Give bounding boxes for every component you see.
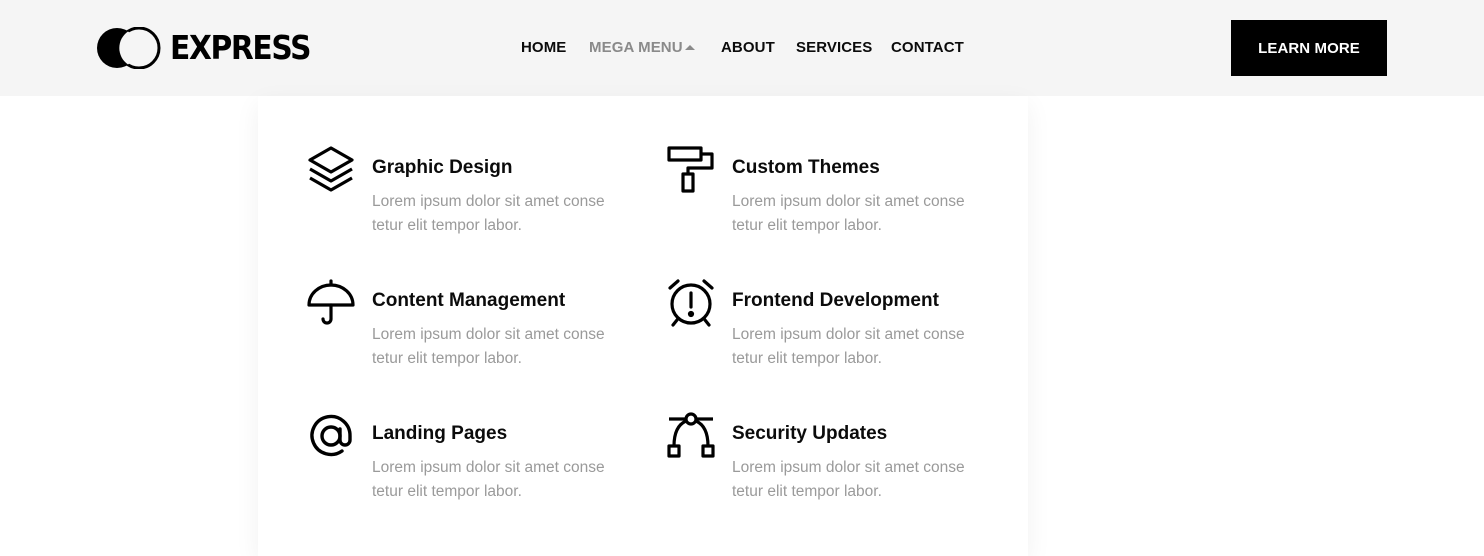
mega-menu-panel: Graphic Design Lorem ipsum dolor sit ame… [258,96,1028,556]
mega-item-desc: Lorem ipsum dolor sit amet conse tetur e… [372,326,605,367]
at-sign-icon [310,414,352,457]
mega-item-graphic-design[interactable]: Graphic Design Lorem ipsum dolor sit ame… [307,146,627,256]
nav-item-mega-menu[interactable]: MEGA MENU [589,38,683,58]
umbrella-icon [307,279,355,325]
mega-item-custom-themes[interactable]: Custom Themes Lorem ipsum dolor sit amet… [667,146,987,256]
nav-item-services[interactable]: SERVICES [796,38,872,58]
mega-item-desc: Lorem ipsum dolor sit amet conse tetur e… [732,459,965,500]
mega-item-desc: Lorem ipsum dolor sit amet conse tetur e… [372,459,605,500]
layers-icon [308,146,354,192]
nav-item-home[interactable]: HOME [521,38,566,58]
caret-up-icon[interactable] [685,45,695,50]
mega-item-desc: Lorem ipsum dolor sit amet conse tetur e… [732,193,965,234]
mega-item-landing-pages[interactable]: Landing Pages Lorem ipsum dolor sit amet… [307,412,627,522]
mega-item-title: Custom Themes [732,157,880,178]
mega-item-title: Graphic Design [372,157,513,178]
mega-item-frontend-development[interactable]: Frontend Development Lorem ipsum dolor s… [667,279,987,389]
mega-item-title: Security Updates [732,423,888,444]
brand-name: EXPRESS [170,28,311,67]
nav-item-about[interactable]: ABOUT [721,38,775,58]
mega-item-security-updates[interactable]: Security Updates Lorem ipsum dolor sit a… [667,412,987,522]
mega-item-desc: Lorem ipsum dolor sit amet conse tetur e… [372,193,605,234]
paint-roller-icon [667,146,714,193]
brand-logo[interactable]: EXPRESS [96,27,326,69]
mega-item-content-management[interactable]: Content Management Lorem ipsum dolor sit… [307,279,627,389]
mega-item-desc: Lorem ipsum dolor sit amet conse tetur e… [732,326,965,367]
learn-more-button[interactable]: LEARN MORE [1231,20,1387,76]
mega-item-title: Frontend Development [732,290,939,311]
nav-item-contact[interactable]: CONTACT [891,38,964,58]
alarm-clock-icon [668,279,714,327]
double-circle-logo-icon [97,27,161,69]
mega-item-title: Landing Pages [372,423,508,444]
site-header: EXPRESS HOME MEGA MENU ABOUT SERVICES CO… [0,0,1484,96]
mega-item-title: Content Management [372,290,566,311]
bezier-pen-icon [667,412,715,458]
